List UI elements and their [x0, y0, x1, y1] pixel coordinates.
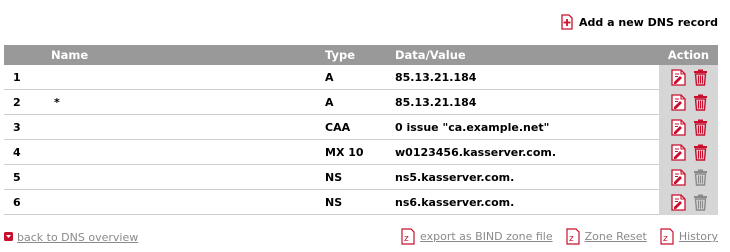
- footer-actions: z export as BIND zone file z Zone Reset …: [392, 228, 718, 245]
- column-header-number: [4, 45, 51, 65]
- edit-document-icon[interactable]: [670, 168, 687, 186]
- column-header-data: Data/Value: [395, 45, 659, 65]
- record-name: *: [51, 89, 325, 115]
- record-type: A: [325, 89, 395, 115]
- record-name: [51, 114, 325, 140]
- column-header-action: Action: [659, 45, 718, 65]
- row-number: 2: [4, 89, 51, 115]
- add-dns-record-button[interactable]: Add a new DNS record: [559, 14, 718, 30]
- zone-file-icon: z: [400, 228, 416, 245]
- add-dns-record-label: Add a new DNS record: [579, 15, 718, 29]
- table-row: 3 CAA 0 issue "ca.example.net": [4, 114, 718, 140]
- column-header-name: Name: [51, 45, 325, 65]
- record-type: NS: [325, 189, 395, 215]
- trash-icon: [693, 194, 708, 211]
- table-row: 1 A 85.13.21.184: [4, 65, 718, 90]
- row-actions: [659, 89, 718, 115]
- edit-document-icon[interactable]: [670, 193, 687, 211]
- record-data: 0 issue "ca.example.net": [395, 114, 659, 140]
- table-row: 5 NS ns5.kasserver.com.: [4, 164, 718, 190]
- export-bind-zone-link-container[interactable]: z export as BIND zone file: [400, 228, 553, 245]
- trash-icon: [693, 169, 708, 186]
- record-name: [51, 189, 325, 215]
- trash-icon[interactable]: [693, 94, 708, 111]
- table-row: 2 * A 85.13.21.184: [4, 89, 718, 115]
- row-actions: [659, 114, 718, 140]
- zone-file-icon: z: [659, 228, 675, 245]
- back-link-container: back to DNS overview: [4, 231, 138, 244]
- row-actions: [659, 65, 718, 90]
- trash-icon[interactable]: [693, 69, 708, 86]
- zone-reset-link-container[interactable]: z Zone Reset: [565, 228, 647, 245]
- trash-icon[interactable]: [693, 144, 708, 161]
- dns-records-table: Name Type Data/Value Action 1 A 85.13.21…: [4, 45, 718, 215]
- record-type: NS: [325, 164, 395, 190]
- row-number: 5: [4, 164, 51, 190]
- svg-text:z: z: [404, 234, 409, 244]
- export-bind-zone-link[interactable]: export as BIND zone file: [420, 230, 553, 243]
- row-actions: [659, 164, 718, 190]
- edit-document-icon[interactable]: [670, 93, 687, 111]
- column-header-type: Type: [325, 45, 395, 65]
- row-number: 1: [4, 65, 51, 90]
- record-data: 85.13.21.184: [395, 65, 659, 90]
- table-row: 6 NS ns6.kasserver.com.: [4, 189, 718, 215]
- record-name: [51, 164, 325, 190]
- row-number: 4: [4, 139, 51, 165]
- row-number: 6: [4, 189, 51, 215]
- record-type: CAA: [325, 114, 395, 140]
- svg-text:z: z: [663, 234, 668, 244]
- row-actions: [659, 189, 718, 215]
- edit-document-icon[interactable]: [670, 118, 687, 136]
- record-data: 85.13.21.184: [395, 89, 659, 115]
- trash-icon[interactable]: [693, 119, 708, 136]
- back-arrow-icon: [4, 231, 13, 244]
- table-header-row: Name Type Data/Value Action: [4, 45, 718, 65]
- record-type: MX 10: [325, 139, 395, 165]
- zone-file-icon: z: [565, 228, 581, 245]
- record-name: [51, 65, 325, 90]
- record-data: w0123456.kasserver.com.: [395, 139, 659, 165]
- history-link[interactable]: History: [679, 230, 718, 243]
- svg-text:z: z: [569, 234, 574, 244]
- back-to-dns-overview-link[interactable]: back to DNS overview: [17, 231, 138, 244]
- edit-document-icon[interactable]: [670, 143, 687, 161]
- record-type: A: [325, 65, 395, 90]
- table-row: 4 MX 10 w0123456.kasserver.com.: [4, 139, 718, 165]
- row-number: 3: [4, 114, 51, 140]
- add-document-icon: [559, 14, 575, 30]
- record-data: ns6.kasserver.com.: [395, 189, 659, 215]
- edit-document-icon[interactable]: [670, 68, 687, 86]
- row-actions: [659, 139, 718, 165]
- zone-reset-link[interactable]: Zone Reset: [585, 230, 647, 243]
- record-name: [51, 139, 325, 165]
- record-data: ns5.kasserver.com.: [395, 164, 659, 190]
- history-link-container[interactable]: z History: [659, 228, 718, 245]
